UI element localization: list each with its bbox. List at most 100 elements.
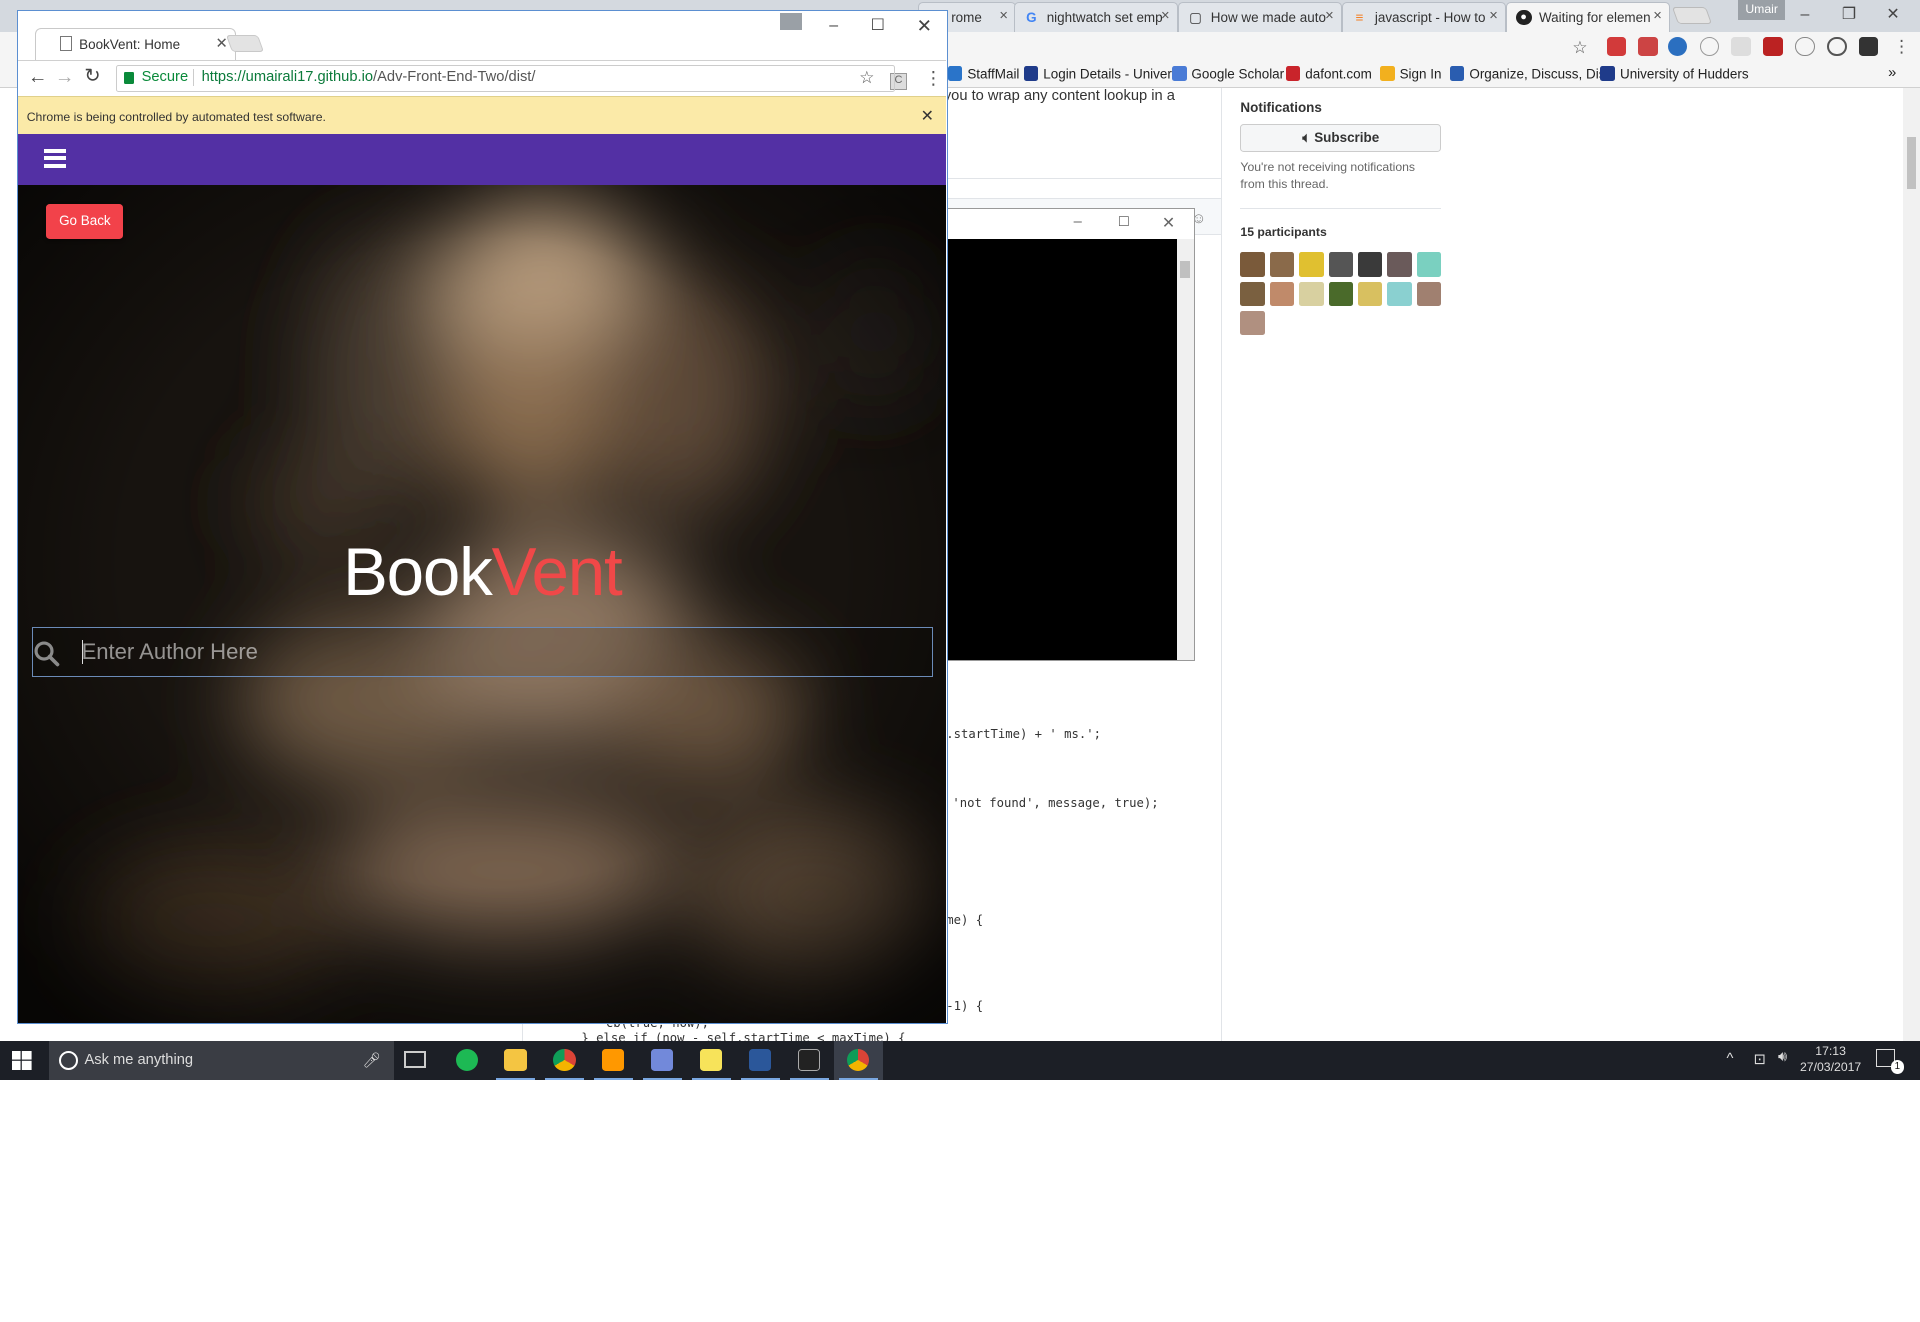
minimize-icon[interactable]: – — [812, 11, 856, 40]
extension-icon[interactable] — [1858, 36, 1879, 57]
author-search-input[interactable] — [81, 627, 927, 676]
close-icon[interactable]: × — [999, 8, 1008, 24]
close-icon[interactable]: ✕ — [1871, 0, 1915, 29]
file-explorer-icon[interactable] — [491, 1041, 540, 1080]
close-icon[interactable]: ✕ — [902, 11, 946, 40]
browser-window: – ☐ ✕ BookVent: Home ✕ ← → ↻ C ⋮ Secure … — [17, 9, 948, 1024]
microphone-icon[interactable]: 🎤︎ — [362, 1051, 381, 1069]
participant-avatar[interactable] — [1328, 252, 1354, 277]
new-tab-button[interactable] — [1671, 7, 1713, 25]
participant-avatar[interactable] — [1240, 311, 1265, 336]
participant-avatar[interactable] — [1357, 281, 1383, 307]
participant-avatar[interactable] — [1328, 281, 1354, 307]
maximize-icon[interactable]: ☐ — [1118, 214, 1130, 230]
brand-vent: Vent — [491, 534, 623, 610]
secure-label: Secure — [141, 69, 189, 86]
windows-start-icon[interactable] — [12, 1050, 32, 1077]
scrollbar[interactable] — [1176, 238, 1194, 660]
participant-avatar[interactable] — [1416, 252, 1442, 277]
background-tab[interactable]: ≡ javascript - How to × — [1342, 2, 1507, 32]
extension-icon[interactable] — [1731, 36, 1751, 57]
bookmark-star-icon[interactable]: ☆ — [859, 67, 874, 88]
participant-avatar[interactable] — [1357, 252, 1383, 277]
menu-icon[interactable]: ⋮ — [924, 67, 942, 89]
page-icon — [59, 36, 72, 51]
google-icon: G — [1026, 9, 1037, 25]
extension-icon[interactable] — [1826, 36, 1847, 57]
menu-icon[interactable]: ⋮ — [1893, 36, 1910, 57]
participant-avatar[interactable] — [1269, 281, 1295, 307]
volume-icon[interactable]: 🔊︎ — [1778, 1049, 1787, 1065]
automation-infobar: Chrome is being controlled by automated … — [18, 96, 947, 135]
close-icon[interactable]: ✕ — [1162, 213, 1175, 233]
close-icon[interactable]: × — [1161, 8, 1170, 24]
extension-icon[interactable] — [1667, 36, 1688, 57]
close-icon[interactable]: × — [1489, 8, 1498, 24]
forward-arrow-icon[interactable]: → — [55, 66, 75, 89]
participant-avatar[interactable] — [1387, 252, 1412, 277]
bookmark-google-scholar[interactable]: Google Scholar — [1171, 66, 1284, 81]
background-tab[interactable]: G nightwatch set emp × — [1013, 2, 1178, 32]
bookmark-university[interactable]: University of Hudders — [1600, 66, 1749, 81]
hamburger-menu-icon[interactable] — [43, 149, 66, 169]
profile-icon[interactable] — [779, 13, 802, 31]
task-view-icon[interactable] — [404, 1050, 427, 1068]
app-navbar — [18, 134, 947, 185]
minimize-icon[interactable]: – — [1783, 0, 1827, 29]
tab-label: How we made auto — [1210, 9, 1326, 25]
cloud-icon[interactable] — [1795, 36, 1815, 57]
profile-badge[interactable]: Umair — [1738, 0, 1786, 20]
close-icon[interactable]: × — [1653, 8, 1662, 24]
close-infobar-icon[interactable]: ✕ — [921, 106, 934, 126]
back-arrow-icon[interactable]: ← — [28, 66, 48, 89]
bookmark-organize[interactable]: Organize, Discuss, Dis — [1449, 66, 1605, 81]
github-sidebar: Notifications 🔈︎ Subscribe You're not re… — [1240, 88, 1448, 455]
chrome-icon[interactable] — [540, 1041, 589, 1080]
extension-icon[interactable] — [1699, 36, 1720, 57]
bookmark-dafont[interactable]: dafont.com — [1285, 66, 1372, 81]
close-icon[interactable]: × — [1325, 8, 1334, 24]
go-back-button[interactable]: Go Back — [46, 204, 124, 239]
participant-avatar[interactable] — [1240, 252, 1265, 277]
spotify-icon[interactable] — [442, 1041, 491, 1080]
cortana-search-box[interactable]: Ask me anything 🎤︎ — [48, 1040, 395, 1080]
star-icon[interactable]: ☆ — [1572, 37, 1587, 58]
clock[interactable]: 17:13 27/03/2017 — [1800, 1044, 1861, 1076]
background-tab-active[interactable]: ● Waiting for elemen × — [1506, 2, 1671, 32]
bookmark-icon — [1285, 66, 1301, 81]
bookmark-sign-in[interactable]: Sign In — [1380, 66, 1441, 81]
bookmark-login-details[interactable]: Login Details - Univer — [1023, 66, 1172, 81]
participant-avatar[interactable] — [1299, 252, 1324, 277]
subscribe-button[interactable]: 🔈︎ Subscribe — [1240, 123, 1442, 152]
author-search — [31, 626, 933, 677]
gmail-extension-icon[interactable] — [1638, 36, 1658, 57]
address-bar[interactable]: Secure https://umairali17.github.io/Adv-… — [116, 64, 895, 92]
ublock-icon[interactable] — [1763, 36, 1783, 57]
restore-icon[interactable]: ❐ — [1827, 0, 1871, 29]
word-icon[interactable] — [736, 1041, 785, 1080]
minimize-icon[interactable]: – — [1074, 214, 1082, 230]
maximize-icon[interactable]: ☐ — [856, 11, 900, 40]
participant-avatar[interactable] — [1387, 281, 1412, 307]
terminal-icon[interactable] — [785, 1041, 834, 1080]
participant-avatar[interactable] — [1240, 281, 1265, 307]
tray-expand-icon[interactable]: ^ — [1727, 1051, 1734, 1067]
lock-icon — [124, 71, 135, 84]
sticky-notes-icon[interactable] — [687, 1041, 736, 1080]
tab-bookvent-home[interactable]: BookVent: Home ✕ — [35, 27, 237, 60]
bookmark-staffmail[interactable]: StaffMail — [947, 66, 1019, 81]
participant-avatar[interactable] — [1299, 281, 1324, 307]
search-icon — [34, 641, 59, 667]
page-scrollbar[interactable] — [1902, 88, 1920, 1041]
reload-icon[interactable]: ↻ — [84, 64, 100, 88]
discord-icon[interactable] — [638, 1041, 687, 1080]
sublime-icon[interactable] — [589, 1041, 638, 1080]
extension-icon[interactable] — [1606, 36, 1627, 57]
background-tab[interactable]: ▢ How we made auto × — [1177, 2, 1343, 32]
new-tab-button[interactable] — [225, 35, 264, 53]
bookmarks-overflow-icon[interactable]: » — [1888, 65, 1896, 81]
participant-avatar[interactable] — [1416, 281, 1442, 307]
participant-avatar[interactable] — [1269, 252, 1295, 277]
chrome-active-icon[interactable] — [833, 1040, 883, 1080]
network-icon[interactable]: ⊡ — [1753, 1051, 1765, 1068]
